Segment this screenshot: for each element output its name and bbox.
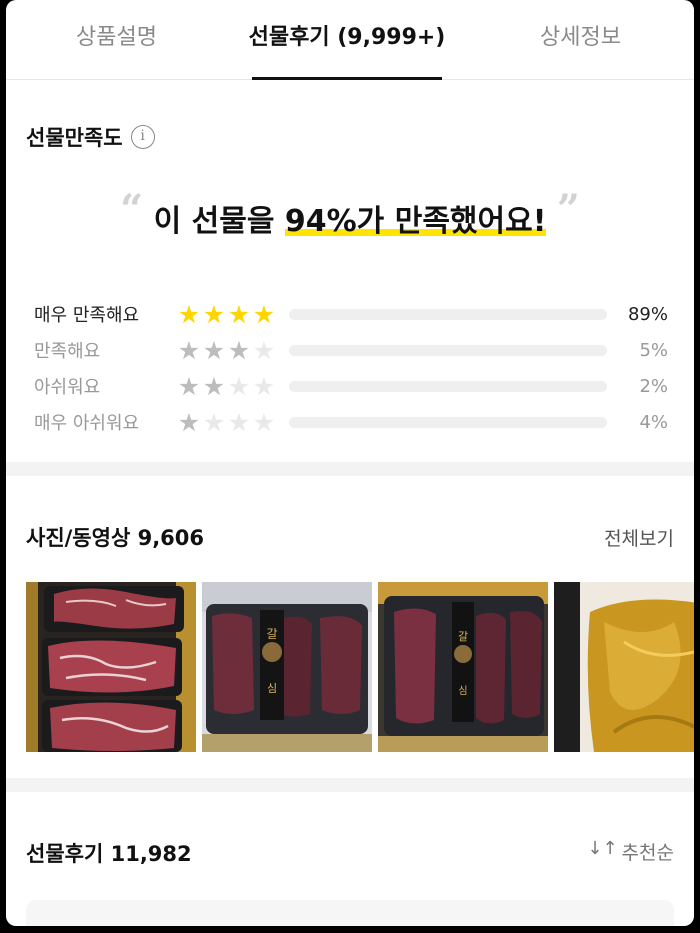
star-filled-icon: ★ <box>202 335 226 365</box>
svg-text:갈: 갈 <box>266 627 277 641</box>
tab-product-description[interactable]: 상품설명 <box>6 0 227 79</box>
star-rating: ★ ★ ★ ★ <box>177 302 289 327</box>
headline-prefix: 이 선물을 <box>153 204 285 239</box>
star-filled-icon: ★ <box>177 299 201 329</box>
star-empty-icon: ★ <box>202 407 226 437</box>
rating-label: 매우 만족해요 <box>34 305 140 326</box>
star-filled-icon: ★ <box>177 335 201 365</box>
rating-percent: 89% <box>627 303 668 325</box>
rating-row-very-disappointed: 매우 아쉬워요 ★ ★ ★ ★ 4% <box>34 404 674 440</box>
sort-label: 추천순 <box>621 842 674 864</box>
satisfaction-headline: “ 이 선물을 94%가 만족했어요! ” <box>6 186 694 243</box>
satisfaction-section-title: 선물만족도 i <box>26 122 155 152</box>
photo-thumbnail[interactable] <box>26 582 196 752</box>
star-filled-icon: ★ <box>202 299 226 329</box>
gift-review-screen: 상품설명 선물후기 (9,999+) 상세정보 선물만족도 i “ 이 선물을 … <box>6 0 694 926</box>
photo-thumbnail[interactable]: 갈 심 <box>378 582 548 752</box>
star-filled-icon: ★ <box>177 371 201 401</box>
satisfaction-title-text: 선물만족도 <box>26 126 123 150</box>
svg-text:심: 심 <box>267 682 277 695</box>
close-quote-icon: ” <box>556 186 580 233</box>
star-filled-icon: ★ <box>202 371 226 401</box>
headline-highlight: 94%가 만족했어요! <box>284 204 547 239</box>
star-empty-icon: ★ <box>252 407 276 437</box>
star-empty-icon: ★ <box>227 371 251 401</box>
rating-row-very-satisfied: 매우 만족해요 ★ ★ ★ ★ 89% <box>34 296 674 332</box>
star-filled-icon: ★ <box>227 299 251 329</box>
satisfaction-distribution: 매우 만족해요 ★ ★ ★ ★ 89% 만족해요 ★ ★ ★ ★ 5% 아쉬워요 ★ ★ ★ ★ … <box>34 296 674 440</box>
section-divider <box>6 778 694 792</box>
photo-thumbnail[interactable]: 갈 심 <box>202 582 372 752</box>
star-rating: ★ ★ ★ ★ <box>177 338 289 363</box>
rating-percent: 4% <box>639 411 668 433</box>
photo-thumbnail-strip[interactable]: 갈 심 갈 심 <box>26 582 694 752</box>
tab-detail-info[interactable]: 상세정보 <box>467 0 694 79</box>
rating-label: 만족해요 <box>34 341 101 362</box>
tab-gift-reviews[interactable]: 선물후기 (9,999+) <box>227 0 467 79</box>
photo-thumbnail[interactable] <box>554 582 694 752</box>
review-card[interactable] <box>26 900 674 926</box>
star-filled-icon: ★ <box>252 299 276 329</box>
star-rating: ★ ★ ★ ★ <box>177 374 289 399</box>
star-rating: ★ ★ ★ ★ <box>177 410 289 435</box>
rating-bar <box>289 308 607 320</box>
rating-percent: 2% <box>639 375 668 397</box>
star-filled-icon: ★ <box>177 407 201 437</box>
rating-row-disappointed: 아쉬워요 ★ ★ ★ ★ 2% <box>34 368 674 404</box>
star-empty-icon: ★ <box>252 371 276 401</box>
star-empty-icon: ★ <box>227 407 251 437</box>
reviews-section-title: 선물후기 11,982 <box>26 842 192 866</box>
view-all-button[interactable]: 전체보기 <box>604 524 674 551</box>
sort-button[interactable]: ↓↑ 추천순 <box>587 838 674 865</box>
rating-percent: 5% <box>639 339 668 361</box>
rating-bar <box>289 416 607 428</box>
star-empty-icon: ★ <box>252 335 276 365</box>
rating-label: 매우 아쉬워요 <box>34 413 140 434</box>
star-filled-icon: ★ <box>227 335 251 365</box>
open-quote-icon: “ <box>120 186 144 233</box>
section-divider <box>6 462 694 476</box>
rating-row-satisfied: 만족해요 ★ ★ ★ ★ 5% <box>34 332 674 368</box>
photos-section-title: 사진/동영상 9,606 <box>26 526 205 550</box>
svg-text:심: 심 <box>458 685 467 697</box>
sort-arrows-icon: ↓↑ <box>587 838 618 859</box>
rating-label: 아쉬워요 <box>34 377 101 398</box>
rating-bar <box>289 344 607 356</box>
svg-text:갈: 갈 <box>458 629 468 643</box>
tab-bar: 상품설명 선물후기 (9,999+) 상세정보 <box>6 0 694 80</box>
info-icon[interactable]: i <box>130 125 155 149</box>
rating-bar <box>289 380 607 392</box>
